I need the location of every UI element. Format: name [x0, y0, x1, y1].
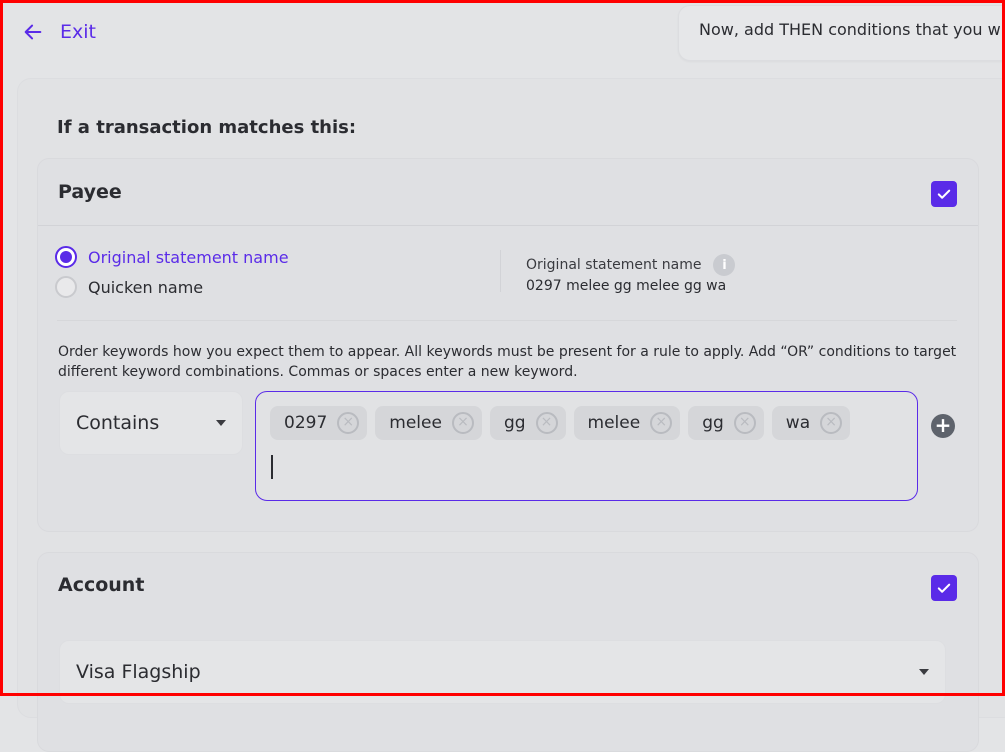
radio-quicken-name[interactable]: Quicken name — [55, 276, 203, 298]
section-heading: If a transaction matches this: — [57, 117, 357, 138]
account-value: Visa Flagship — [76, 661, 201, 683]
match-type-dropdown[interactable]: Contains — [59, 391, 243, 455]
remove-keyword-icon[interactable]: × — [535, 412, 558, 434]
account-title: Account — [58, 574, 145, 596]
keyword-instructions: Order keywords how you expect them to ap… — [58, 344, 957, 380]
keyword-chips: 0297 × melee × gg × melee × gg × wa × — [270, 406, 851, 440]
payee-checkbox[interactable] — [931, 181, 957, 207]
payee-title: Payee — [58, 181, 122, 203]
osn-title: Original statement name i — [526, 254, 736, 276]
osn-value: 0297 melee gg melee gg wa — [526, 278, 727, 294]
keyword-text: 0297 — [284, 413, 328, 433]
keyword-text: gg — [503, 413, 526, 433]
exit-link[interactable]: Exit — [22, 18, 96, 46]
keyword-text: melee — [389, 413, 442, 433]
text-cursor — [271, 455, 273, 479]
keyword-text: gg — [702, 413, 724, 433]
remove-keyword-icon[interactable]: × — [733, 412, 756, 434]
keyword-chip: wa × — [771, 406, 851, 440]
account-dropdown[interactable]: Visa Flagship — [59, 640, 946, 704]
keyword-text: wa — [785, 413, 811, 433]
radio-label: Quicken name — [88, 277, 204, 297]
keyword-chip: gg × — [489, 406, 566, 440]
vertical-divider — [500, 250, 501, 292]
keyword-text: melee — [587, 413, 641, 433]
osn-title-text: Original statement name — [526, 257, 702, 273]
match-type-value: Contains — [76, 412, 160, 434]
remove-keyword-icon[interactable]: × — [650, 412, 673, 434]
keyword-chip: 0297 × — [270, 406, 368, 440]
radio-button[interactable] — [55, 246, 77, 268]
arrow-left-icon — [24, 24, 42, 40]
remove-keyword-icon[interactable]: × — [337, 412, 360, 434]
account-checkbox[interactable] — [931, 575, 957, 601]
keyword-chip: melee × — [573, 406, 681, 440]
remove-keyword-icon[interactable]: × — [820, 412, 843, 434]
hint-bubble: Now, add THEN conditions that you w — [678, 5, 1005, 61]
info-icon[interactable]: i — [713, 254, 736, 276]
add-keyword-group-icon[interactable]: + — [931, 414, 955, 438]
radio-button[interactable] — [55, 276, 77, 298]
remove-keyword-icon[interactable]: × — [451, 412, 474, 434]
check-icon — [937, 583, 951, 593]
keyword-chip: melee × — [375, 406, 482, 440]
keyword-chip: gg × — [688, 406, 764, 440]
exit-label: Exit — [60, 21, 96, 43]
caret-down-icon — [216, 420, 226, 426]
check-icon — [937, 189, 951, 199]
payee-header-divider — [38, 225, 978, 226]
radio-label: Original statement name — [88, 247, 289, 267]
keyword-input[interactable]: 0297 × melee × gg × melee × gg × wa × — [255, 391, 918, 501]
caret-down-icon — [919, 669, 929, 675]
radio-original-statement-name[interactable]: Original statement name — [55, 246, 289, 268]
inner-divider — [57, 320, 957, 321]
